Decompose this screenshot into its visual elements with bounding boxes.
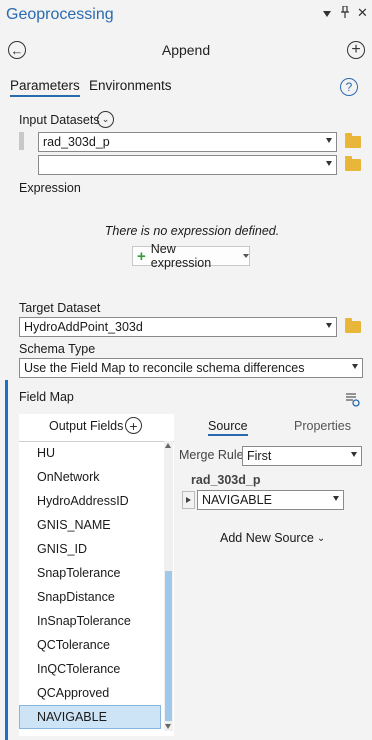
input-dataset-value-1: rad_303d_p <box>43 135 110 149</box>
add-new-source-button[interactable]: Add New Source ⌄ <box>220 531 325 545</box>
input-dataset-combo-1[interactable]: rad_303d_p <box>38 132 337 152</box>
target-dataset-label: Target Dataset <box>19 301 101 315</box>
tab-properties[interactable]: Properties <box>294 419 351 433</box>
dropdown-arrow-icon <box>326 161 332 166</box>
chevron-down-icon: ⌄ <box>316 532 326 544</box>
source-dataset-name: rad_303d_p <box>191 473 261 487</box>
source-field-combo[interactable]: NAVIGABLE <box>197 490 344 510</box>
scrollbar-thumb[interactable] <box>165 571 172 721</box>
field-map-options-icon[interactable] <box>344 391 360 410</box>
tab-parameters[interactable]: Parameters <box>10 78 80 97</box>
list-item[interactable]: HU <box>37 441 55 465</box>
merge-rule-combo[interactable]: First <box>242 446 362 466</box>
pane-title: Geoprocessing <box>6 6 114 23</box>
scrollbar[interactable] <box>164 441 173 731</box>
chevron-down-icon[interactable]: ⌄ <box>97 111 114 128</box>
target-dataset-value: HydroAddPoint_303d <box>24 320 143 334</box>
merge-rule-value: First <box>247 449 272 463</box>
schema-type-label: Schema Type <box>19 342 96 356</box>
scroll-down-icon[interactable] <box>165 724 171 729</box>
list-item[interactable]: GNIS_ID <box>37 537 87 561</box>
plus-icon: + <box>137 247 146 265</box>
help-icon[interactable]: ? <box>340 78 358 96</box>
list-item[interactable]: SnapTolerance <box>37 561 120 585</box>
tool-title: Append <box>161 42 211 58</box>
list-item-selected[interactable]: NAVIGABLE <box>19 705 161 729</box>
browse-folder-icon[interactable] <box>345 318 361 333</box>
target-dataset-combo[interactable]: HydroAddPoint_303d <box>19 317 337 337</box>
scroll-up-icon[interactable] <box>165 443 171 448</box>
list-item[interactable]: InQCTolerance <box>37 657 120 681</box>
list-item[interactable]: GNIS_NAME <box>37 513 111 537</box>
dropdown-arrow-icon <box>326 138 332 143</box>
required-marker <box>19 132 24 150</box>
new-expression-button[interactable]: + New expression <box>132 242 250 270</box>
list-item[interactable]: OnNetwork <box>37 465 100 489</box>
source-field-value: NAVIGABLE <box>202 493 272 507</box>
merge-rule-label: Merge Rule <box>179 448 244 462</box>
new-expression-label: New expression <box>150 242 212 270</box>
browse-folder-icon[interactable] <box>345 156 361 171</box>
list-item[interactable]: SnapDistance <box>37 585 115 609</box>
input-dataset-combo-2[interactable] <box>38 155 337 175</box>
add-icon[interactable]: + <box>347 41 365 59</box>
field-map-label: Field Map <box>19 390 74 404</box>
dropdown-arrow-icon <box>243 254 249 258</box>
list-item[interactable]: QCTolerance <box>37 633 110 657</box>
dropdown-arrow-icon <box>333 496 339 501</box>
dropdown-arrow-icon <box>351 452 357 457</box>
input-datasets-label: Input Datasets <box>19 113 100 127</box>
output-fields-header: Output Fields <box>49 419 124 433</box>
tab-environments[interactable]: Environments <box>89 78 172 93</box>
list-item[interactable]: HydroAddressID <box>37 489 129 513</box>
browse-folder-icon[interactable] <box>345 133 361 148</box>
tab-source[interactable]: Source <box>208 419 248 436</box>
geoprocessing-pane: Geoprocessing ✕ ← Append + Parameters En… <box>0 0 372 740</box>
close-icon[interactable]: ✕ <box>357 5 368 21</box>
dropdown-arrow-icon <box>352 364 358 369</box>
list-item[interactable]: QCApproved <box>37 681 109 705</box>
add-new-source-label: Add New Source <box>220 531 314 545</box>
schema-type-value: Use the Field Map to reconcile schema di… <box>24 361 305 375</box>
expand-icon[interactable] <box>182 491 195 509</box>
output-fields-list: HU OnNetwork HydroAddressID GNIS_NAME GN… <box>19 441 163 731</box>
add-field-icon[interactable]: + <box>125 417 142 434</box>
pin-icon[interactable] <box>340 5 350 21</box>
active-parameter-indicator <box>5 380 8 740</box>
pane-menu-icon[interactable] <box>323 11 331 17</box>
list-item[interactable]: InSnapTolerance <box>37 609 131 633</box>
expression-label: Expression <box>19 181 81 195</box>
expression-empty-text: There is no expression defined. <box>104 224 280 238</box>
schema-type-combo[interactable]: Use the Field Map to reconcile schema di… <box>19 358 363 378</box>
dropdown-arrow-icon <box>326 323 332 328</box>
